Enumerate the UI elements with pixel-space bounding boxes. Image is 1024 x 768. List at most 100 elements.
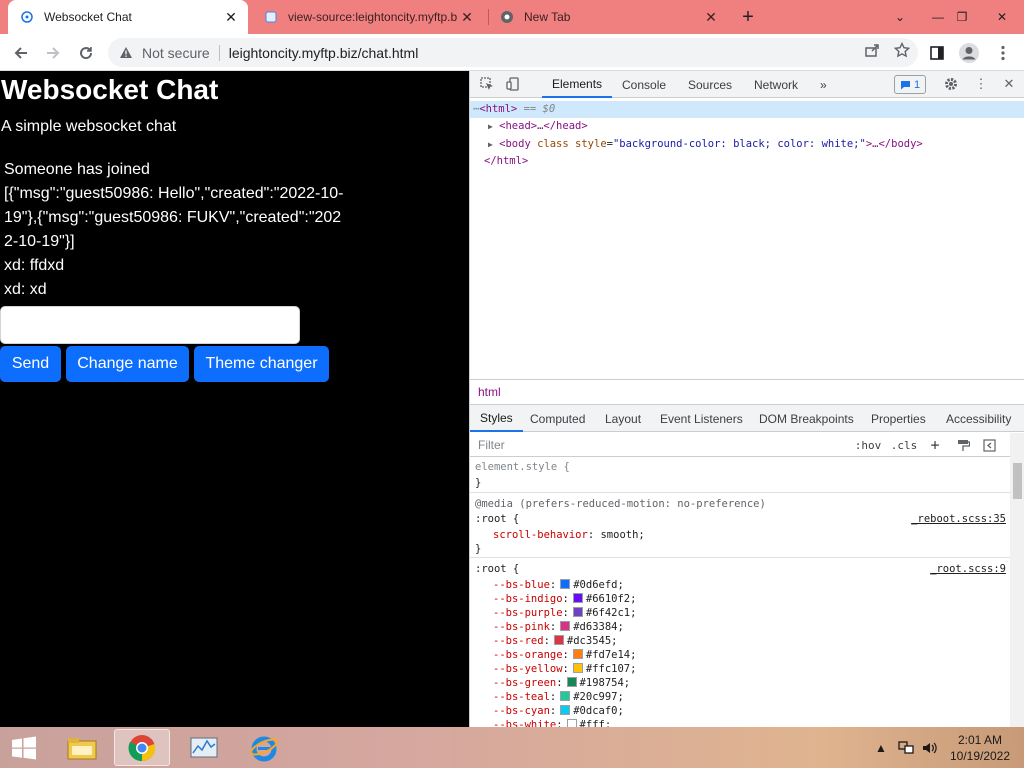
system-clock[interactable]: 2:01 AM 10/19/2022 xyxy=(944,732,1016,764)
tab-search-chevron-icon[interactable]: ⌄ xyxy=(888,0,912,34)
declaration-var[interactable]: --bs-green: #198754; xyxy=(493,676,630,690)
file-explorer-icon[interactable] xyxy=(54,729,110,766)
devtools-close-icon[interactable]: ✕ xyxy=(1000,75,1018,93)
color-swatch[interactable] xyxy=(572,607,583,617)
declaration-var[interactable]: --bs-orange: #fd7e14; xyxy=(493,648,636,662)
address-bar[interactable]: Not secure leightoncity.myftp.biz/chat.h… xyxy=(108,38,918,67)
declaration-var[interactable]: --bs-red: #dc3545; xyxy=(493,634,617,648)
declaration-var[interactable]: --bs-purple: #6f42c1; xyxy=(493,606,636,620)
declaration-var[interactable]: --bs-indigo: #6610f2; xyxy=(493,592,636,606)
forward-arrow-icon[interactable] xyxy=(40,40,66,66)
color-swatch[interactable] xyxy=(566,677,577,687)
message-item: Someone has joined xyxy=(4,161,150,178)
dom-node-html-close[interactable]: </html> xyxy=(470,153,1024,170)
expand-triangle-icon[interactable]: ▶ xyxy=(488,140,493,149)
cls-toggle[interactable]: .cls xyxy=(890,436,918,454)
tab-layout[interactable]: Layout xyxy=(596,405,650,432)
change-name-button[interactable]: Change name xyxy=(66,346,189,382)
declaration-var[interactable]: --bs-white: #fff; xyxy=(493,718,611,727)
internet-explorer-icon[interactable] xyxy=(236,729,292,766)
color-swatch[interactable] xyxy=(572,663,583,673)
settings-gear-icon[interactable] xyxy=(942,75,960,93)
network-icon[interactable] xyxy=(896,735,916,761)
browser-menu-icon[interactable] xyxy=(990,40,1016,66)
new-tab-plus-icon[interactable]: + xyxy=(736,5,760,29)
task-manager-icon[interactable] xyxy=(176,729,232,766)
inspect-element-icon[interactable] xyxy=(478,75,496,93)
issues-badge[interactable]: 1 xyxy=(894,75,926,94)
color-swatch[interactable] xyxy=(560,705,571,715)
color-swatch[interactable] xyxy=(560,691,571,701)
tab-network[interactable]: Network xyxy=(744,71,808,98)
tab-sources[interactable]: Sources xyxy=(678,71,742,98)
declaration-var[interactable]: --bs-yellow: #ffc107; xyxy=(493,662,636,676)
dom-node-body[interactable]: ▶ <body class style="background-color: b… xyxy=(470,136,1024,153)
device-toolbar-icon[interactable] xyxy=(504,75,522,93)
root-selector[interactable]: :root { xyxy=(475,562,519,576)
styles-pane: element.style { } @media (prefers-reduce… xyxy=(470,457,1010,727)
tab-accessibility[interactable]: Accessibility xyxy=(937,405,1020,432)
side-panel-icon[interactable] xyxy=(924,40,950,66)
filter-input[interactable]: Filter xyxy=(474,435,844,455)
root-selector[interactable]: :root { xyxy=(475,512,519,526)
paint-roller-icon[interactable] xyxy=(954,436,972,454)
breadcrumb-item-html[interactable]: html xyxy=(478,385,501,399)
toggle-sidebar-icon[interactable] xyxy=(980,436,998,454)
declaration-var[interactable]: --bs-teal: #20c997; xyxy=(493,690,624,704)
tab-console[interactable]: Console xyxy=(612,71,676,98)
declaration-var[interactable]: --bs-pink: #d63384; xyxy=(493,620,624,634)
window-close-icon[interactable]: ✕ xyxy=(988,0,1016,34)
close-tab-icon[interactable]: ✕ xyxy=(702,8,720,26)
scrollbar-thumb[interactable] xyxy=(1013,463,1022,499)
tab-event-listeners[interactable]: Event Listeners xyxy=(651,405,752,432)
tab-view-source[interactable]: view-source:leightoncity.myftp.b ✕ xyxy=(252,0,484,34)
volume-icon[interactable] xyxy=(920,735,940,761)
hov-toggle[interactable]: :hov xyxy=(852,436,884,454)
color-swatch[interactable] xyxy=(572,649,583,659)
dom-node-head[interactable]: ▶ <head>…</head> xyxy=(470,118,1024,135)
warning-triangle-icon[interactable] xyxy=(118,45,134,61)
tab-properties[interactable]: Properties xyxy=(862,405,935,432)
dom-node-html[interactable]: ⋯<html> == $0 xyxy=(470,101,1024,118)
chrome-taskbar-icon[interactable] xyxy=(114,729,170,766)
element-style-selector[interactable]: element.style { xyxy=(475,460,570,474)
profile-avatar-icon[interactable] xyxy=(956,40,982,66)
color-swatch[interactable] xyxy=(566,719,577,727)
tab-elements[interactable]: Elements xyxy=(542,71,613,98)
bookmark-star-icon[interactable] xyxy=(893,41,911,61)
new-rule-plus-icon[interactable]: + xyxy=(926,436,944,454)
declaration-var[interactable]: --bs-blue: #0d6efd; xyxy=(493,578,624,592)
tab-websocket-chat[interactable]: Websocket Chat ✕ xyxy=(8,0,248,34)
declaration-scroll-behavior[interactable]: scroll-behavior: smooth; xyxy=(493,528,645,542)
declaration-var[interactable]: --bs-cyan: #0dcaf0; xyxy=(493,704,624,718)
clock-time: 2:01 AM xyxy=(957,733,1003,747)
expand-triangle-icon[interactable]: ▶ xyxy=(488,122,493,131)
source-link-root[interactable]: _root.scss:9 xyxy=(930,562,1006,576)
show-hidden-icons-icon[interactable]: ▲ xyxy=(874,735,888,761)
tab-styles[interactable]: Styles xyxy=(470,405,523,432)
reload-icon[interactable] xyxy=(73,40,99,66)
more-tabs-chevron-icon[interactable]: » xyxy=(816,71,831,98)
close-tab-icon[interactable]: ✕ xyxy=(222,8,240,26)
tab-dom-breakpoints[interactable]: DOM Breakpoints xyxy=(750,405,863,432)
message-input[interactable] xyxy=(0,306,300,344)
close-tab-icon[interactable]: ✕ xyxy=(458,8,476,26)
restore-icon[interactable]: ❐ xyxy=(950,0,974,34)
security-label[interactable]: Not secure xyxy=(142,45,210,61)
url-text[interactable]: leightoncity.myftp.biz/chat.html xyxy=(229,45,419,61)
devtools-menu-icon[interactable]: ⋮ xyxy=(972,75,990,93)
color-swatch[interactable] xyxy=(572,593,583,603)
send-button[interactable]: Send xyxy=(0,346,61,382)
back-arrow-icon[interactable] xyxy=(8,40,34,66)
styles-scrollbar[interactable] xyxy=(1010,433,1024,727)
start-button[interactable] xyxy=(4,731,44,765)
source-link-reboot[interactable]: _reboot.scss:35 xyxy=(911,512,1006,526)
color-swatch[interactable] xyxy=(560,579,571,589)
share-icon[interactable] xyxy=(864,42,880,61)
tab-computed[interactable]: Computed xyxy=(521,405,594,432)
theme-changer-button[interactable]: Theme changer xyxy=(194,346,329,382)
color-swatch[interactable] xyxy=(560,621,571,631)
color-swatch[interactable] xyxy=(553,635,564,645)
minimize-icon[interactable]: — xyxy=(926,0,950,34)
tab-new-tab[interactable]: New Tab ✕ xyxy=(488,0,728,34)
